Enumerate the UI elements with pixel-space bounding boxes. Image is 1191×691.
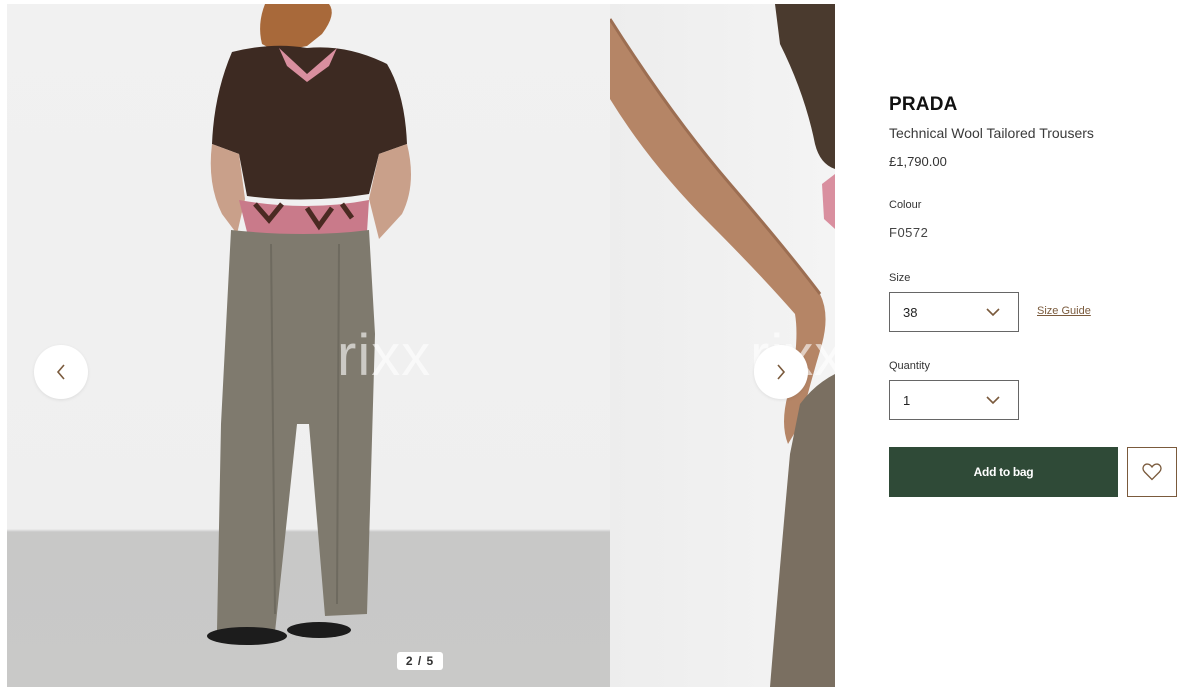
size-select[interactable]: 38 [889, 292, 1019, 332]
add-to-wishlist-button[interactable] [1127, 447, 1177, 497]
chevron-left-icon [56, 364, 65, 380]
quantity-selected-value: 1 [903, 393, 911, 408]
quantity-select[interactable]: 1 [889, 380, 1019, 420]
chevron-down-icon [986, 396, 1000, 405]
product-image-gallery[interactable]: rixx rixx 2 / 5 [7, 4, 835, 687]
size-selected-value: 38 [903, 305, 918, 320]
model-illustration [207, 4, 411, 645]
colour-label: Colour [889, 199, 922, 211]
colour-value: F0572 [889, 225, 929, 240]
size-label: Size [889, 272, 911, 284]
heart-icon [1142, 463, 1162, 481]
chevron-down-icon [986, 308, 1000, 317]
product-name: Technical Wool Tailored Trousers [889, 125, 1094, 141]
previous-image-button[interactable] [34, 345, 88, 399]
add-to-bag-button[interactable]: Add to bag [889, 447, 1118, 497]
brand-name[interactable]: PRADA [889, 94, 958, 116]
chevron-right-icon [777, 364, 786, 380]
watermark-text: rixx [337, 323, 432, 388]
quantity-label: Quantity [889, 360, 930, 372]
product-image-detail: rixx [610, 4, 835, 687]
size-guide-link[interactable]: Size Guide [1037, 305, 1091, 317]
product-price: £1,790.00 [889, 154, 947, 169]
product-image-full-length: rixx [7, 4, 610, 687]
image-counter: 2 / 5 [397, 652, 443, 670]
next-image-button[interactable] [754, 345, 808, 399]
